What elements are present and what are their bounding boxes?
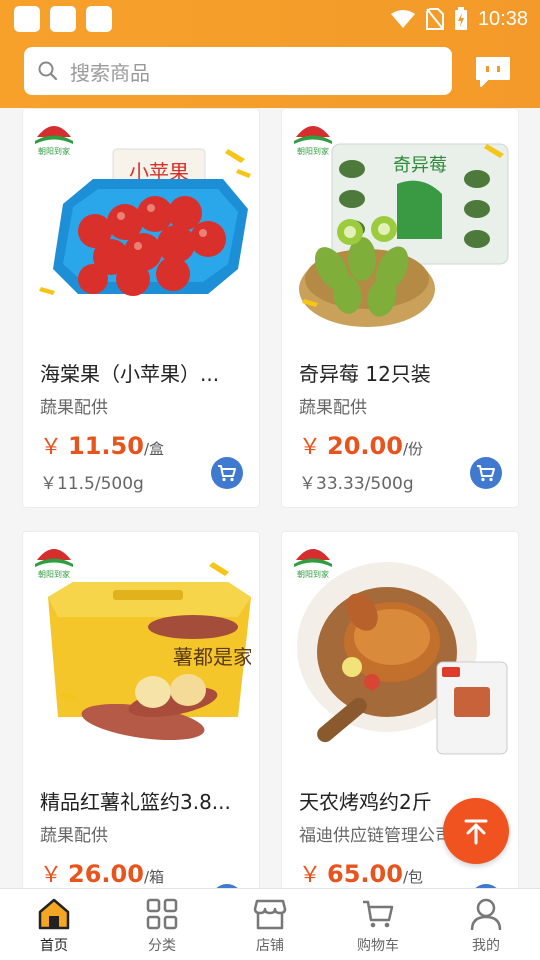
- brand-logo: 朝阳到家: [294, 549, 332, 579]
- tab-label: 首页: [40, 938, 68, 954]
- package-label: 薯都是家: [173, 645, 251, 669]
- tab-mine[interactable]: 我的: [432, 889, 540, 960]
- brand-logo: 朝阳到家: [294, 126, 332, 156]
- notification-icon: [50, 6, 76, 32]
- svg-text:朝阳到家: 朝阳到家: [38, 569, 70, 579]
- status-bar: 10:38: [0, 0, 540, 38]
- tab-cart[interactable]: 购物车: [324, 889, 432, 960]
- product-price: ￥ 65.00/包: [299, 860, 423, 888]
- product-price: ￥ 20.00/份: [299, 432, 423, 460]
- tab-label: 购物车: [357, 938, 399, 954]
- brand-logo: 朝阳到家: [35, 549, 73, 579]
- home-icon: [38, 898, 70, 930]
- product-supplier: 蔬果配供: [40, 398, 108, 418]
- bottom-tab-bar: 首页 分类 店铺 购物车 我的: [0, 888, 540, 960]
- package-label: 奇异莓: [393, 155, 447, 176]
- product-card[interactable]: 小苹果 朝阳到家 海棠果（小苹果）... 蔬果配供 ￥ 11.50/盒 ￥11.5…: [22, 108, 260, 508]
- scroll-to-top-button[interactable]: [443, 798, 509, 864]
- battery-charging-icon: [454, 7, 467, 30]
- tab-home[interactable]: 首页: [0, 889, 108, 960]
- tab-category[interactable]: 分类: [108, 889, 216, 960]
- product-card[interactable]: 薯都是家 朝阳到家 精品红薯礼篮约3.8... 蔬果配供 ￥ 26.00/箱: [22, 531, 260, 888]
- wifi-icon: [390, 10, 415, 28]
- tab-label: 分类: [148, 938, 176, 954]
- notification-icon: [14, 6, 40, 32]
- add-to-cart-button[interactable]: [211, 457, 243, 489]
- product-title: 精品红薯礼篮约3.8...: [40, 790, 231, 814]
- product-supplier: 蔬果配供: [299, 398, 367, 418]
- unit-price: ￥11.5/500g: [40, 474, 144, 494]
- cart-icon: [218, 465, 236, 482]
- user-icon: [470, 898, 502, 931]
- search-input[interactable]: 搜索商品: [24, 47, 452, 95]
- search-icon: [38, 61, 58, 81]
- header: 10:38 搜索商品: [0, 0, 540, 108]
- product-grid: 小苹果 朝阳到家 海棠果（小苹果）... 蔬果配供 ￥ 11.50/盒 ￥11.5…: [0, 108, 540, 888]
- arrow-up-icon: [464, 819, 488, 845]
- product-price: ￥ 11.50/盒: [40, 432, 164, 460]
- search-placeholder: 搜索商品: [70, 60, 150, 85]
- clock: 10:38: [477, 7, 528, 30]
- product-title: 海棠果（小苹果）...: [40, 362, 220, 386]
- svg-text:朝阳到家: 朝阳到家: [297, 569, 329, 579]
- product-card[interactable]: 奇异莓 朝阳到家 奇异莓 12只装 蔬果配供 ￥ 20.00/份 ￥33.33/…: [281, 108, 519, 508]
- grid-icon: [146, 898, 178, 930]
- cart-icon: [363, 900, 394, 928]
- notification-icon: [86, 6, 112, 32]
- brand-logo: 朝阳到家: [35, 126, 73, 156]
- product-supplier: 蔬果配供: [40, 826, 108, 846]
- tab-store[interactable]: 店铺: [216, 889, 324, 960]
- cart-icon: [477, 465, 495, 482]
- product-title: 奇异莓 12只装: [299, 362, 431, 386]
- message-icon[interactable]: [474, 55, 512, 89]
- svg-text:朝阳到家: 朝阳到家: [297, 146, 329, 156]
- product-price: ￥ 26.00/箱: [40, 860, 164, 888]
- unit-price: ￥33.33/500g: [299, 474, 414, 494]
- no-sim-icon: [425, 8, 444, 30]
- tab-label: 我的: [472, 938, 500, 954]
- tab-label: 店铺: [256, 938, 284, 954]
- store-icon: [253, 899, 287, 930]
- add-to-cart-button[interactable]: [470, 457, 502, 489]
- svg-text:朝阳到家: 朝阳到家: [38, 146, 70, 156]
